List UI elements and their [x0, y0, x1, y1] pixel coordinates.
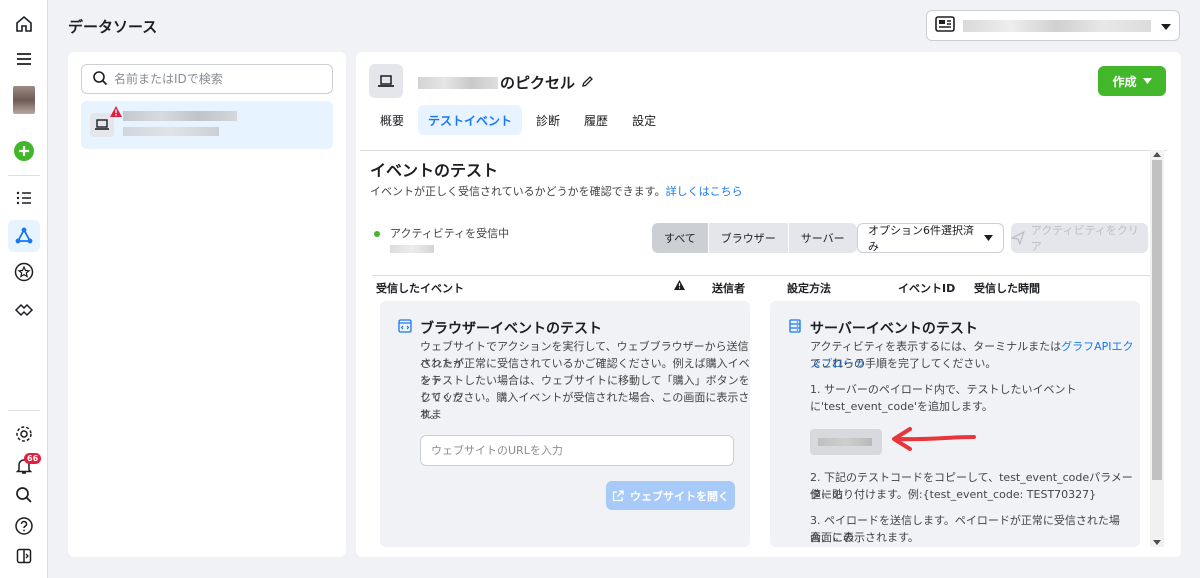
- step-1: 1. サーバーのペイロード内で、テストしたいイベント: [810, 383, 1077, 396]
- col-received-time: 受信した時間: [974, 282, 1040, 295]
- star-icon[interactable]: [10, 258, 38, 286]
- server-icon: [788, 319, 802, 336]
- code-window-icon: [398, 319, 412, 336]
- step-2-cont: 値に貼り付けます。例:{test_event_code: TEST70327}: [810, 488, 1097, 501]
- server-card-intro-2: でこれらの手順を完了してください。: [810, 357, 997, 370]
- tab-overview[interactable]: 概要: [370, 105, 414, 135]
- server-event-test-card: サーバーイベントのテスト アクティビティを表示するには、ターミナルまたはグラフA…: [770, 301, 1140, 547]
- settings-icon[interactable]: [10, 420, 38, 448]
- panel-icon[interactable]: [10, 542, 38, 570]
- redacted-source-name: [123, 111, 237, 121]
- account-avatar[interactable]: [10, 86, 38, 114]
- open-website-button[interactable]: ウェブサイトを開く: [606, 481, 735, 510]
- clear-activity-button[interactable]: アクティビティをクリア: [1011, 223, 1148, 253]
- tab-test-events[interactable]: テストイベント: [418, 105, 523, 135]
- search-icon: [92, 70, 108, 89]
- scroll-thumb[interactable]: [1152, 160, 1162, 480]
- source-filter: すべて ブラウザー サーバー: [652, 223, 857, 253]
- menu-icon[interactable]: [10, 45, 38, 73]
- col-setup-method: 設定方法: [787, 282, 831, 295]
- col-sender: 送信者: [712, 282, 745, 295]
- data-source-list-panel: [68, 52, 346, 557]
- home-icon[interactable]: [10, 10, 38, 38]
- list-icon[interactable]: [10, 184, 38, 212]
- redacted-activity-detail: [390, 245, 434, 253]
- notification-badge: 66: [24, 453, 42, 464]
- data-source-item[interactable]: [81, 101, 333, 149]
- activity-status-text: アクティビティを受信中: [390, 227, 510, 240]
- left-rail: 66: [0, 0, 48, 578]
- test-events-content: イベントのテスト イベントが正しく受信されているかどうかを確認できます。詳しくは…: [360, 150, 1167, 547]
- chevron-down-icon: [984, 235, 993, 241]
- search-icon[interactable]: [10, 481, 38, 509]
- browser-card-line: す。: [420, 408, 441, 421]
- chevron-down-icon: [1142, 78, 1152, 84]
- redacted-test-code: [810, 429, 882, 455]
- filter-browser[interactable]: ブラウザー: [708, 223, 789, 253]
- activity-status: アクティビティを受信中: [374, 225, 509, 253]
- scroll-down-arrow[interactable]: [1153, 540, 1161, 545]
- content-scrollbar[interactable]: [1150, 150, 1164, 547]
- options-dropdown[interactable]: オプション6件選択済み: [857, 223, 1004, 253]
- section-description: イベントが正しく受信されているかどうかを確認できます。詳しくはこちら: [370, 183, 743, 199]
- warning-icon: [674, 280, 685, 293]
- pixel-title: のピクセル: [418, 72, 594, 93]
- tab-history[interactable]: 履歴: [574, 105, 618, 135]
- server-card-title: サーバーイベントのテスト: [810, 321, 978, 337]
- account-selector[interactable]: [926, 10, 1180, 41]
- scroll-up-arrow[interactable]: [1153, 152, 1161, 157]
- description-text: イベントが正しく受信されているかどうかを確認できます。: [370, 185, 666, 198]
- intro-text: アクティビティを表示するには、ターミナルまたは: [810, 340, 1062, 353]
- send-icon: [1011, 231, 1025, 245]
- page-title: データソース: [68, 18, 158, 36]
- data-sources-icon[interactable]: [8, 220, 40, 252]
- events-table-header: 受信したイベント 送信者 設定方法 イベントID 受信した時間: [372, 275, 1150, 297]
- help-icon[interactable]: [10, 512, 38, 540]
- external-link-icon: [612, 489, 624, 501]
- col-event-id: イベントID: [898, 282, 956, 295]
- step-1-cont: に'test_event_code'を追加します。: [810, 400, 993, 413]
- annotation-arrow: [892, 427, 976, 451]
- search-box: [81, 64, 333, 94]
- redacted-pixel-name: [418, 76, 498, 89]
- browser-event-test-card: ブラウザーイベントのテスト ウェブサイトでアクションを実行して、ウェブブラウザー…: [380, 301, 750, 547]
- filter-server[interactable]: サーバー: [788, 223, 857, 253]
- tab-diagnostics[interactable]: 診断: [526, 105, 570, 135]
- chevron-down-icon: [1161, 19, 1171, 33]
- learn-more-link[interactable]: 詳しくはこちら: [666, 185, 743, 198]
- create-button-label: 作成: [1112, 74, 1137, 89]
- search-input[interactable]: [114, 72, 314, 86]
- laptop-icon: [369, 64, 403, 98]
- clear-activity-label: アクティビティをクリア: [1030, 224, 1139, 253]
- business-account-icon: [935, 16, 955, 35]
- pencil-icon[interactable]: [581, 74, 594, 92]
- add-icon[interactable]: [10, 137, 38, 165]
- warning-icon: [110, 106, 122, 120]
- options-label: オプション6件選択済み: [868, 224, 974, 253]
- status-dot: [374, 231, 380, 237]
- col-received-event: 受信したイベント: [376, 282, 464, 295]
- pixel-tabs: 概要 テストイベント 診断 履歴 設定: [370, 105, 666, 135]
- create-button[interactable]: 作成: [1098, 66, 1166, 96]
- tab-settings[interactable]: 設定: [622, 105, 666, 135]
- pixel-detail-panel: のピクセル 作成 概要 テストイベント 診断 履歴 設定 イベントのテスト イベ…: [356, 52, 1181, 557]
- section-title: イベントのテスト: [370, 161, 499, 180]
- browser-card-line: してください。購入イベントが受信された場合、この画面に表示されま: [420, 391, 750, 421]
- website-url-input[interactable]: [420, 435, 734, 466]
- browser-card-title: ブラウザーイベントのテスト: [420, 321, 602, 337]
- partner-icon[interactable]: [10, 296, 38, 324]
- filter-all[interactable]: すべて: [652, 223, 709, 253]
- open-website-label: ウェブサイトを開く: [630, 489, 729, 503]
- redacted-source-id: [123, 127, 219, 136]
- step-3-cont: 画面に表示されます。: [810, 531, 919, 544]
- pixel-title-suffix: のピクセル: [500, 74, 576, 92]
